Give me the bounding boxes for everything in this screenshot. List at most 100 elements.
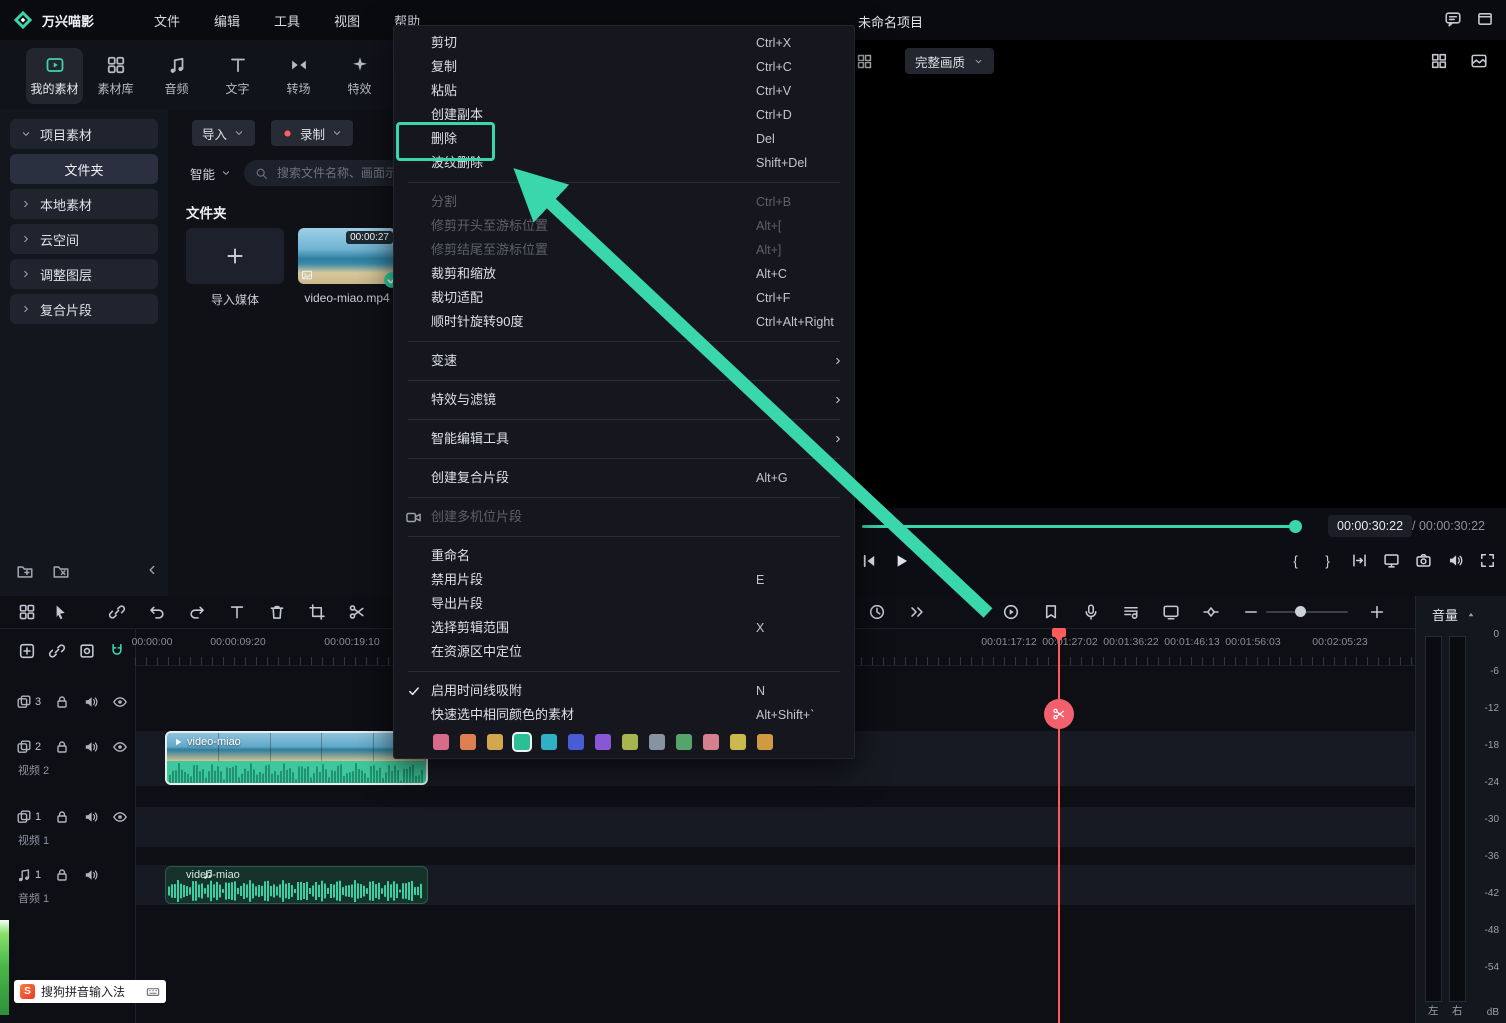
menu-item-timeline-snap[interactable]: 启用时间线吸附N (394, 679, 854, 703)
tab-transition[interactable]: 转场 (270, 48, 327, 104)
color-swatch-9[interactable] (676, 734, 692, 750)
mute-icon[interactable] (83, 694, 99, 710)
menu-item-crop-zoom[interactable]: 裁剪和缩放Alt+C (394, 262, 854, 286)
seek-bar[interactable] (862, 525, 1295, 528)
stop-icon[interactable] (924, 552, 942, 570)
keyboard-icon[interactable] (146, 985, 160, 999)
zoom-out-icon[interactable] (1242, 603, 1260, 621)
menu-item-disable-clip[interactable]: 禁用片段E (394, 568, 854, 592)
sidebar-item-folder[interactable]: 文件夹 (10, 154, 158, 184)
sidebar-item-cloud-space[interactable]: 云空间 (10, 224, 158, 254)
record-button[interactable]: 录制 (271, 120, 353, 146)
view-grid-icon[interactable] (18, 603, 36, 621)
color-swatch-2[interactable] (487, 734, 503, 750)
screen-record-icon[interactable] (1162, 603, 1180, 621)
sidebar-item-adjustment-layer[interactable]: 调整图层 (10, 259, 158, 289)
delete-folder-icon[interactable] (52, 562, 70, 580)
new-folder-icon[interactable] (16, 562, 34, 580)
second-monitor-icon[interactable] (1383, 552, 1400, 569)
menubar-item-1[interactable]: 编辑 (202, 7, 252, 34)
lock-icon[interactable] (54, 739, 70, 755)
sidebar-item-project-media[interactable]: 项目素材 (10, 119, 158, 149)
menu-item-locate-in-media[interactable]: 在资源区中定位 (394, 640, 854, 664)
menu-item-effects-filters[interactable]: 特效与滤镜 (394, 388, 854, 412)
menubar-item-2[interactable]: 工具 (262, 7, 312, 34)
lock-icon[interactable] (54, 809, 70, 825)
mark-out-icon[interactable]: } (1319, 552, 1336, 569)
menu-item-copy[interactable]: 复制Ctrl+C (394, 55, 854, 79)
sidebar-item-local-media[interactable]: 本地素材 (10, 189, 158, 219)
smart-filter-dropdown[interactable]: 智能 (190, 164, 232, 183)
redo-icon[interactable] (188, 603, 206, 621)
menu-item-smart-edit-tools[interactable]: 智能编辑工具 (394, 427, 854, 451)
menu-item-trim-end[interactable]: 修剪结尾至游标位置Alt+] (394, 238, 854, 262)
color-swatch-0[interactable] (433, 734, 449, 750)
auto-ripple-icon[interactable] (48, 642, 66, 660)
zoom-slider-knob[interactable] (1295, 606, 1306, 617)
menubar-item-3[interactable]: 视图 (322, 7, 372, 34)
zoom-in-icon[interactable] (1368, 603, 1386, 621)
split-at-playhead-button[interactable] (1044, 699, 1074, 729)
split-tool-icon[interactable] (348, 603, 366, 621)
grid-view-icon[interactable] (1430, 52, 1448, 70)
tab-library[interactable]: 素材库 (87, 48, 144, 104)
snap-icon[interactable] (108, 642, 126, 660)
menu-item-export-clip[interactable]: 导出片段 (394, 592, 854, 616)
duration-tool-icon[interactable] (868, 603, 886, 621)
mute-icon[interactable] (83, 809, 99, 825)
undo-icon[interactable] (148, 603, 166, 621)
menu-item-rename[interactable]: 重命名 (394, 544, 854, 568)
sidebar-item-compound-clip[interactable]: 复合片段 (10, 294, 158, 324)
menu-item-cut[interactable]: 剪切Ctrl+X (394, 31, 854, 55)
visibility-icon[interactable] (112, 694, 128, 710)
tab-text[interactable]: 文字 (209, 48, 266, 104)
color-swatch-8[interactable] (649, 734, 665, 750)
mute-icon[interactable] (83, 867, 99, 883)
import-button[interactable]: 导入 (192, 120, 255, 146)
menu-item-rotate-90[interactable]: 顺时针旋转90度Ctrl+Alt+Right (394, 310, 854, 334)
quality-select[interactable]: 完整画质 (905, 48, 994, 74)
delete-clip-icon[interactable] (268, 603, 286, 621)
collapse-sidebar-icon[interactable] (144, 562, 160, 578)
menu-item-create-multicam[interactable]: 创建多机位片段 (394, 505, 854, 529)
menu-item-paste[interactable]: 粘贴Ctrl+V (394, 79, 854, 103)
audio-clip[interactable]: video-miao (165, 866, 428, 904)
zoom-slider[interactable] (1266, 611, 1348, 613)
previous-frame-icon[interactable] (860, 552, 878, 570)
menu-item-select-same-color[interactable]: 快速选中相同颜色的素材Alt+Shift+` (394, 703, 854, 727)
track-lane-video1[interactable] (136, 807, 1415, 847)
lock-icon[interactable] (54, 694, 70, 710)
menu-item-select-clip-range[interactable]: 选择剪辑范围X (394, 616, 854, 640)
lock-icon[interactable] (54, 867, 70, 883)
playhead-handle[interactable] (1052, 628, 1066, 637)
snapshot-icon[interactable] (1415, 552, 1432, 569)
voiceover-icon[interactable] (1082, 603, 1100, 621)
visibility-icon[interactable] (112, 809, 128, 825)
layout-toggle-icon[interactable] (856, 53, 873, 70)
more-tools-icon[interactable] (908, 603, 926, 621)
marker-icon[interactable] (1042, 603, 1060, 621)
fullscreen-icon[interactable] (1479, 552, 1496, 569)
color-swatch-7[interactable] (622, 734, 638, 750)
select-tool-icon[interactable] (51, 603, 69, 621)
keyframe-icon[interactable] (1202, 603, 1220, 621)
tab-my-media[interactable]: 我的素材 (26, 48, 83, 104)
menu-item-speed[interactable]: 变速 (394, 349, 854, 373)
tab-audio[interactable]: 音频 (148, 48, 205, 104)
add-text-icon[interactable] (228, 603, 246, 621)
menu-item-trim-start[interactable]: 修剪开头至游标位置Alt+[ (394, 214, 854, 238)
color-swatch-11[interactable] (730, 734, 746, 750)
color-swatch-5[interactable] (568, 734, 584, 750)
playback-speed-icon[interactable] (1002, 603, 1020, 621)
color-swatch-6[interactable] (595, 734, 611, 750)
media-clip-card[interactable]: 00:00:27 (298, 228, 396, 284)
color-swatch-4[interactable] (541, 734, 557, 750)
audio-mixer-icon[interactable] (1122, 603, 1140, 621)
mark-range-icon[interactable] (1351, 552, 1368, 569)
volume-icon[interactable] (1447, 552, 1464, 569)
feedback-icon[interactable] (1444, 10, 1462, 28)
mark-in-icon[interactable]: { (1287, 552, 1304, 569)
collapse-up-icon[interactable] (1466, 610, 1476, 620)
video-clip[interactable]: video-miao (165, 731, 428, 785)
seek-knob[interactable] (1289, 520, 1302, 533)
